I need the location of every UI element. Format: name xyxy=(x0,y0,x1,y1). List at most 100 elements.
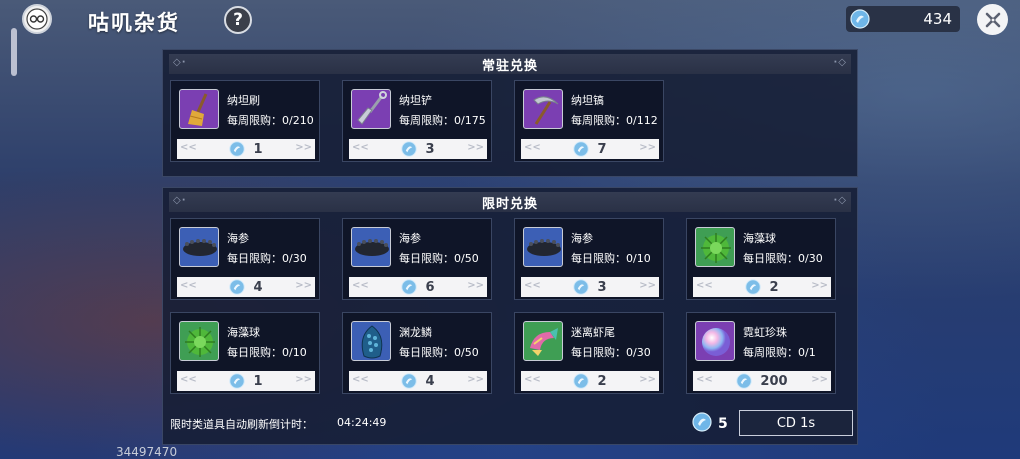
item-name: 纳坦刷 xyxy=(227,94,260,107)
arrow-left-icon: << xyxy=(180,374,197,385)
close-button[interactable] xyxy=(977,4,1008,35)
gem-currency-icon xyxy=(573,279,590,295)
item-purchase-limit: 每日限购：0/30 xyxy=(571,346,651,359)
gem-currency-icon xyxy=(401,141,418,157)
arrow-right-icon: >> xyxy=(639,142,656,153)
seaweed-ball-icon xyxy=(695,227,735,267)
item-price: 2 xyxy=(769,279,779,295)
arrow-left-icon: << xyxy=(352,374,369,385)
item-purchase-limit: 每日限购：0/30 xyxy=(227,252,307,265)
arrow-right-icon: >> xyxy=(467,374,484,385)
gem-currency-icon xyxy=(229,373,246,389)
item-name: 海参 xyxy=(227,232,249,245)
shop-item-card-permanent-2[interactable]: 纳坦镐 每周限购：0/112 << 7 >> xyxy=(514,80,664,162)
permanent-exchange-title: 常驻兑换 xyxy=(481,58,538,74)
shop-item-card-limited-6[interactable]: 迷离虾尾 每日限购：0/30 << 2 >> xyxy=(514,312,664,394)
item-purchase-limit: 每周限购：0/112 xyxy=(571,114,658,127)
item-purchase-limit: 每周限购：0/175 xyxy=(399,114,486,127)
sea-cucumber-icon xyxy=(351,227,391,267)
shop-item-card-permanent-0[interactable]: 纳坦刷 每周限购：0/210 << 1 >> xyxy=(170,80,320,162)
shop-item-card-limited-5[interactable]: 渊龙鳞 每日限购：0/50 << 4 >> xyxy=(342,312,492,394)
arrow-left-icon: << xyxy=(524,280,541,291)
help-button[interactable]: ? xyxy=(224,6,252,34)
shop-item-card-limited-7[interactable]: 霓虹珍珠 每周限购：0/1 << 200 >> xyxy=(686,312,836,394)
item-name: 渊龙鳞 xyxy=(399,326,432,339)
close-icon xyxy=(985,12,1000,27)
item-purchase-limit: 每日限购：0/10 xyxy=(571,252,651,265)
gem-currency-icon xyxy=(692,412,712,436)
gem-currency-icon xyxy=(573,373,590,389)
gem-currency-icon xyxy=(401,373,418,389)
shop-item-card-limited-2[interactable]: 海参 每日限购：0/10 << 3 >> xyxy=(514,218,664,300)
arrow-left-icon: << xyxy=(352,142,369,153)
arrow-left-icon: << xyxy=(696,280,713,291)
item-purchase-limit: 每日限购：0/50 xyxy=(399,252,479,265)
item-purchase-limit: 每日限购：0/10 xyxy=(227,346,307,359)
arrow-left-icon: << xyxy=(696,374,713,385)
seaweed-ball-icon xyxy=(179,321,219,361)
currency-amount: 434 xyxy=(923,10,952,28)
item-price: 4 xyxy=(253,279,263,295)
shop-item-card-limited-3[interactable]: 海藻球 每日限购：0/30 << 2 >> xyxy=(686,218,836,300)
item-name: 迷离虾尾 xyxy=(571,326,615,339)
item-price: 2 xyxy=(597,373,607,389)
permanent-exchange-header: ◇· 常驻兑换 ·◇ xyxy=(169,54,851,74)
shop-item-card-limited-4[interactable]: 海藻球 每日限购：0/10 << 1 >> xyxy=(170,312,320,394)
sea-cucumber-icon xyxy=(523,227,563,267)
limited-exchange-title: 限时兑换 xyxy=(481,196,538,212)
item-price: 7 xyxy=(597,141,607,157)
header-ornament-left-icon: ◇· xyxy=(173,195,187,206)
gem-currency-icon xyxy=(229,141,246,157)
arrow-left-icon: << xyxy=(180,142,197,153)
item-name: 海参 xyxy=(399,232,421,245)
player-uid: 34497470 xyxy=(116,445,178,459)
buy-price-button[interactable]: << 3 >> xyxy=(349,139,487,159)
header-ornament-left-icon: ◇· xyxy=(173,57,187,68)
buy-price-button[interactable]: << 3 >> xyxy=(521,277,659,297)
item-name: 霓虹珍珠 xyxy=(743,326,787,339)
arrow-right-icon: >> xyxy=(467,142,484,153)
item-name: 纳坦镐 xyxy=(571,94,604,107)
arrow-right-icon: >> xyxy=(295,280,312,291)
shop-item-card-limited-1[interactable]: 海参 每日限购：0/50 << 6 >> xyxy=(342,218,492,300)
buy-price-button[interactable]: << 2 >> xyxy=(693,277,831,297)
gem-currency-icon xyxy=(736,373,753,389)
refresh-cost: 5 xyxy=(692,412,728,436)
pearl-icon xyxy=(695,321,735,361)
item-price: 3 xyxy=(425,141,435,157)
limited-exchange-header: ◇· 限时兑换 ·◇ xyxy=(169,192,851,212)
buy-price-button[interactable]: << 2 >> xyxy=(521,371,659,391)
item-purchase-limit: 每周限购：0/1 xyxy=(743,346,816,359)
refresh-cd-button[interactable]: CD 1s xyxy=(739,410,853,436)
buy-price-button[interactable]: << 200 >> xyxy=(693,371,831,391)
refresh-countdown-label: 限时类道具自动刷新倒计时： xyxy=(170,418,313,431)
currency-display: 434 xyxy=(846,6,960,32)
arrow-right-icon: >> xyxy=(639,280,656,291)
item-name: 海藻球 xyxy=(227,326,260,339)
shop-item-card-limited-0[interactable]: 海参 每日限购：0/30 << 4 >> xyxy=(170,218,320,300)
buy-price-button[interactable]: << 7 >> xyxy=(521,139,659,159)
buy-price-button[interactable]: << 1 >> xyxy=(177,139,315,159)
top-bar: 咕叽杂货 ? 434 xyxy=(0,0,1020,42)
refresh-countdown-timer: 04:24:49 xyxy=(337,416,387,429)
shopkeeper-avatar-icon xyxy=(22,4,52,34)
sea-cucumber-icon xyxy=(179,227,219,267)
buy-price-button[interactable]: << 4 >> xyxy=(177,277,315,297)
gem-currency-icon xyxy=(745,279,762,295)
item-purchase-limit: 每日限购：0/50 xyxy=(399,346,479,359)
shop-item-card-permanent-1[interactable]: 纳坦铲 每周限购：0/175 << 3 >> xyxy=(342,80,492,162)
buy-price-button[interactable]: << 4 >> xyxy=(349,371,487,391)
header-ornament-right-icon: ·◇ xyxy=(833,195,847,206)
arrow-left-icon: << xyxy=(524,142,541,153)
item-name: 纳坦铲 xyxy=(399,94,432,107)
item-purchase-limit: 每日限购：0/30 xyxy=(743,252,823,265)
arrow-right-icon: >> xyxy=(467,280,484,291)
buy-price-button[interactable]: << 6 >> xyxy=(349,277,487,297)
arrow-left-icon: << xyxy=(524,374,541,385)
item-name: 海藻球 xyxy=(743,232,776,245)
buy-price-button[interactable]: << 1 >> xyxy=(177,371,315,391)
shovel-icon xyxy=(351,89,391,129)
arrow-right-icon: >> xyxy=(295,142,312,153)
dragon-scale-icon xyxy=(351,321,391,361)
gem-currency-icon xyxy=(229,279,246,295)
